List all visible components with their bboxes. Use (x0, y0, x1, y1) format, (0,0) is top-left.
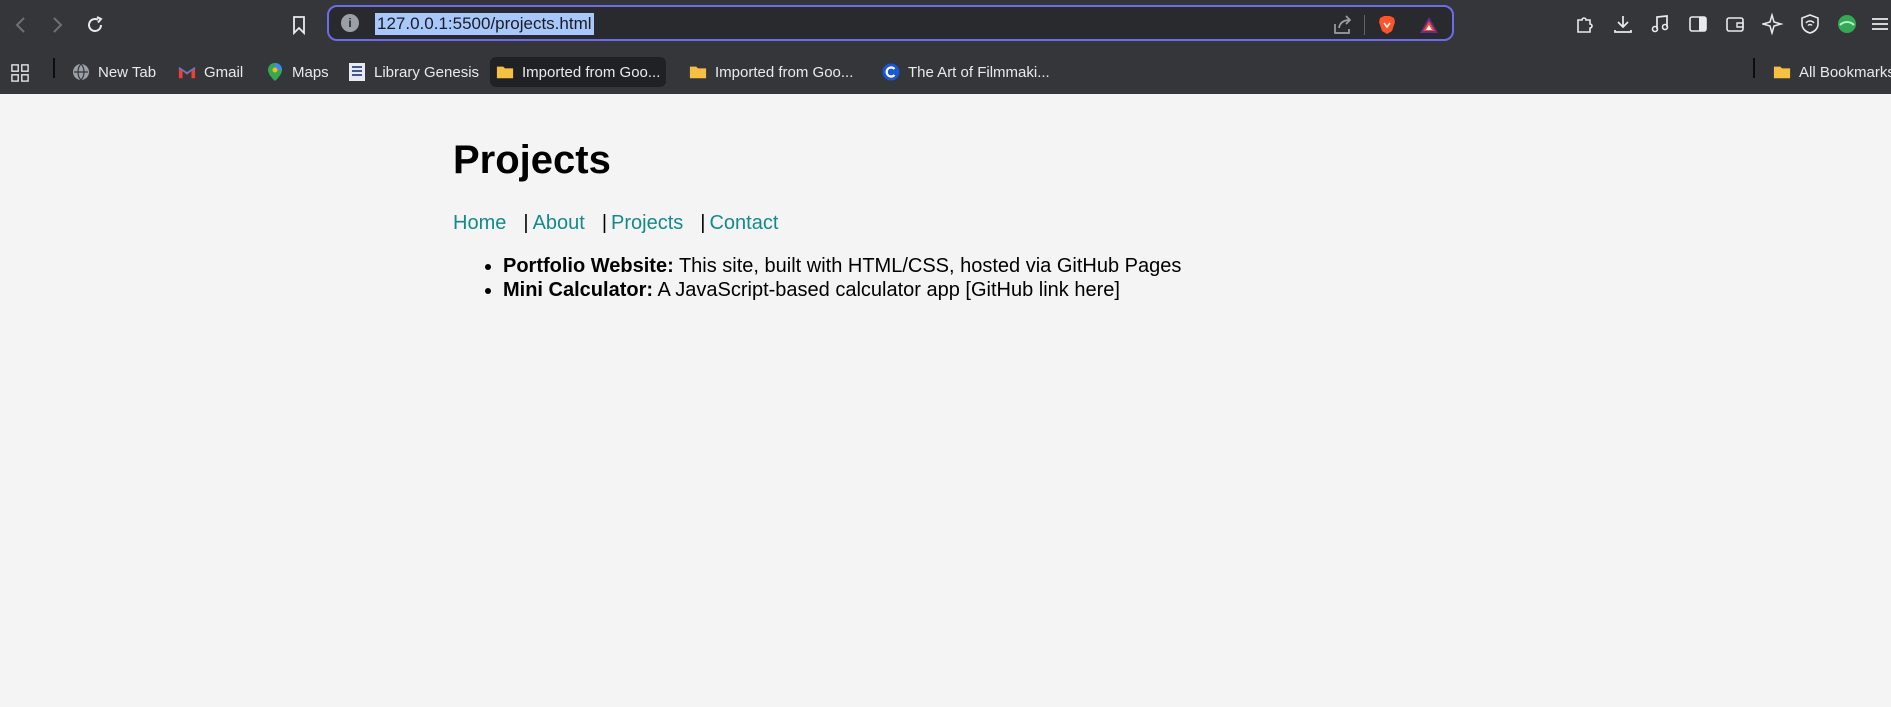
hamburger-menu-icon (1872, 18, 1888, 30)
media-button[interactable] (1646, 10, 1674, 38)
sidebar-button[interactable] (1684, 10, 1712, 38)
bookmark-label: Gmail (204, 63, 244, 81)
sparkle-icon (1762, 13, 1784, 35)
nav-link-home[interactable]: Home (453, 212, 506, 234)
brave-lion-icon (1379, 16, 1395, 34)
bookmark-label: The Art of Filmmaki... (908, 63, 1050, 81)
nav-link-projects[interactable]: Projects (611, 212, 683, 234)
bookmark-library-genesis[interactable]: Library Genesis (342, 57, 485, 87)
site-info-icon[interactable]: i (341, 14, 359, 32)
apps-grid-icon (11, 64, 29, 82)
bookmarks-bar: New Tab Gmail Maps Library Genesis Impor… (0, 50, 1891, 94)
bookmark-label: Library Genesis (374, 63, 480, 81)
forward-button[interactable] (42, 10, 72, 40)
bookmark-maps[interactable]: Maps (260, 57, 335, 87)
extensions-button[interactable] (1571, 10, 1599, 38)
share-button[interactable] (1331, 13, 1355, 37)
gmail-icon (178, 63, 196, 81)
project-name: Portfolio Website: (503, 255, 674, 277)
back-button[interactable] (6, 10, 36, 40)
bookmark-all-bookmarks[interactable]: All Bookmarks (1767, 57, 1891, 87)
browser-toolbar: i 127.0.0.1:5500/projects.html (0, 0, 1891, 50)
bookmark-folder-imported-1[interactable]: Imported from Goo... (490, 57, 667, 87)
nav-link-contact[interactable]: Contact (709, 212, 778, 234)
bookmarks-separator (53, 58, 55, 78)
bookmark-icon (293, 16, 305, 35)
bookmarks-separator (1753, 58, 1755, 78)
bookmark-label: Maps (292, 63, 329, 81)
bookmark-label: All Bookmarks (1799, 63, 1891, 81)
folder-icon (1773, 63, 1791, 81)
brave-shields-button[interactable] (1375, 13, 1399, 37)
maps-icon (266, 63, 284, 81)
share-icon (1334, 15, 1352, 34)
bookmark-label: Imported from Goo... (522, 63, 661, 81)
sidebar-icon (1689, 16, 1707, 32)
c-logo-icon (882, 63, 900, 81)
folder-icon (689, 63, 707, 81)
url-text[interactable]: 127.0.0.1:5500/projects.html (375, 13, 594, 35)
globe-icon (72, 63, 90, 81)
apps-button[interactable] (8, 58, 32, 88)
url-divider (1364, 15, 1365, 35)
library-icon (348, 63, 366, 81)
bookmark-art-of-filmmaking[interactable]: The Art of Filmmaki... (876, 57, 1056, 87)
project-name: Mini Calculator: (503, 279, 654, 301)
bookmark-folder-imported-2[interactable]: Imported from Goo... (683, 57, 859, 87)
browser-chrome: i 127.0.0.1:5500/projects.html New Tab G… (0, 0, 1891, 94)
page-title: Projects (453, 138, 611, 182)
brave-rewards-button[interactable] (1417, 13, 1441, 37)
nav-link-about[interactable]: About (533, 212, 585, 234)
project-description: This site, built with HTML/CSS, hosted v… (673, 255, 1182, 277)
music-note-icon (1651, 15, 1669, 33)
nav-separator: | (700, 212, 706, 234)
profile-avatar-icon (1838, 15, 1856, 33)
address-bar[interactable]: i 127.0.0.1:5500/projects.html (327, 5, 1454, 41)
wallet-button[interactable] (1721, 10, 1749, 38)
back-arrow-icon (15, 17, 25, 33)
list-item: Portfolio Website: This site, built with… (503, 254, 1181, 278)
vpn-button[interactable] (1796, 10, 1824, 38)
bookmark-label: Imported from Goo... (715, 63, 854, 81)
reload-icon (88, 16, 103, 32)
bookmark-page-button[interactable] (284, 10, 314, 40)
leo-ai-button[interactable] (1759, 10, 1787, 38)
site-nav: Home | About | Projects | Contact (453, 212, 778, 235)
nav-separator: | (523, 212, 529, 234)
menu-button[interactable] (1866, 10, 1891, 38)
downloads-button[interactable] (1609, 10, 1637, 38)
bookmark-new-tab[interactable]: New Tab (66, 57, 162, 87)
bookmark-label: New Tab (98, 63, 157, 81)
reload-button[interactable] (80, 10, 110, 40)
forward-arrow-icon (53, 17, 63, 33)
rewards-triangle-icon (1420, 17, 1438, 33)
shield-wifi-icon (1801, 14, 1819, 34)
bookmark-gmail[interactable]: Gmail (172, 57, 249, 87)
list-item: Mini Calculator: A JavaScript-based calc… (503, 278, 1181, 302)
nav-separator: | (601, 212, 608, 234)
web-page: Projects Home|About|Projects|Contact Por… (0, 94, 1891, 707)
profile-button[interactable] (1833, 10, 1861, 38)
puzzle-icon (1577, 17, 1593, 33)
projects-list: Portfolio Website: This site, built with… (453, 254, 1181, 302)
download-icon (1614, 16, 1632, 33)
wallet-icon (1726, 17, 1744, 32)
project-description: A JavaScript-based calculator app [GitHu… (653, 279, 1120, 301)
folder-icon (496, 63, 514, 81)
